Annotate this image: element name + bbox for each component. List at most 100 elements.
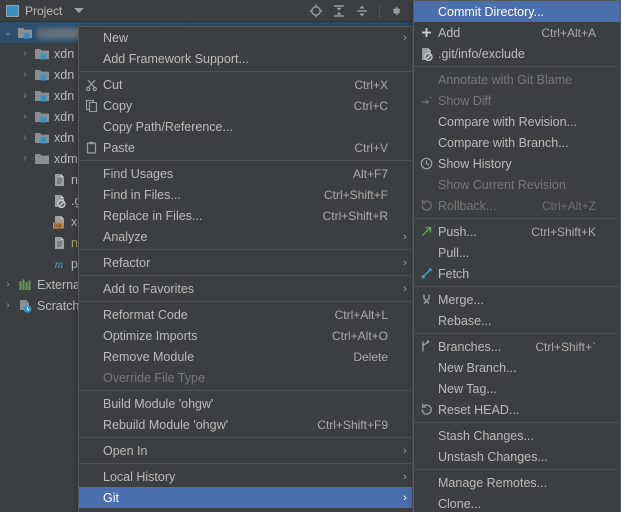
menu-separator <box>79 390 412 391</box>
menu-item-local-history[interactable]: Local History › <box>79 466 412 487</box>
project-title-group[interactable]: Project <box>0 4 85 18</box>
chevron-right-icon[interactable]: › <box>17 90 33 101</box>
chevron-right-icon[interactable]: › <box>17 69 33 80</box>
menu-item-label: Commit Directory... <box>438 4 545 19</box>
menu-item-optimize-imports[interactable]: Optimize Imports Ctrl+Alt+O <box>79 325 412 346</box>
menu-item-pull[interactable]: Pull... <box>414 242 620 263</box>
menu-item-show-history[interactable]: Show History <box>414 153 620 174</box>
svg-text:SQL: SQL <box>54 223 63 229</box>
menu-item-shortcut: Ctrl+Shift+F <box>323 187 388 202</box>
menu-item-label: Paste <box>103 140 135 155</box>
module-folder-icon <box>33 89 51 103</box>
menu-item-reset-head[interactable]: Reset HEAD... <box>414 399 620 420</box>
menu-item-stash-changes[interactable]: Stash Changes... <box>414 425 620 446</box>
menu-item-label: Build Module 'ohgw' <box>103 396 214 411</box>
ide-window: )a≈◢t1◢i◢an* 73 Project <box>0 0 621 512</box>
menu-item-new-branch[interactable]: New Branch... <box>414 357 620 378</box>
gear-icon[interactable] <box>387 1 407 21</box>
menu-item-shortcut: Delete <box>353 349 388 364</box>
menu-item-label: Manage Remotes... <box>438 475 548 490</box>
menu-item-rollback: Rollback... Ctrl+Alt+Z <box>414 195 620 216</box>
menu-item-analyze[interactable]: Analyze › <box>79 226 412 247</box>
menu-item-find-usages[interactable]: Find Usages Alt+F7 <box>79 163 412 184</box>
menu-item-replace-in-files[interactable]: Replace in Files... Ctrl+Shift+R <box>79 205 412 226</box>
menu-item-clone[interactable]: Clone... <box>414 493 620 512</box>
menu-item-merge[interactable]: Merge... <box>414 289 620 310</box>
menu-item-new[interactable]: New › <box>79 27 412 48</box>
chevron-right-icon[interactable]: › <box>0 300 16 311</box>
menu-item-add-to-favorites[interactable]: Add to Favorites › <box>79 278 412 299</box>
menu-item-find-in-files[interactable]: Find in Files... Ctrl+Shift+F <box>79 184 412 205</box>
locate-icon[interactable] <box>306 1 326 21</box>
menu-item-reformat-code[interactable]: Reformat Code Ctrl+Alt+L <box>79 304 412 325</box>
menu-separator <box>414 218 620 219</box>
menu-item-new-tag[interactable]: New Tag... <box>414 378 620 399</box>
menu-item-cut[interactable]: Cut Ctrl+X <box>79 74 412 95</box>
menu-item-label: Override File Type <box>103 370 205 385</box>
menu-item-manage-remotes[interactable]: Manage Remotes... <box>414 472 620 493</box>
menu-item-build-module-ohgw[interactable]: Build Module 'ohgw' <box>79 393 412 414</box>
fetch-icon <box>414 267 438 280</box>
menu-item-copy[interactable]: Copy Ctrl+C <box>79 95 412 116</box>
menu-item-git[interactable]: Git › <box>79 487 412 508</box>
chevron-down-icon[interactable]: ⌄ <box>0 27 16 38</box>
menu-item-paste[interactable]: Paste Ctrl+V <box>79 137 412 158</box>
libraries-icon <box>16 278 34 292</box>
menu-item-reload-from-disk[interactable]: Reload from Disk <box>79 508 412 512</box>
menu-item-shortcut: Ctrl+X <box>354 77 388 92</box>
branch-icon <box>414 340 438 353</box>
menu-item-git-info-exclude[interactable]: .git/info/exclude <box>414 43 620 64</box>
menu-item-refactor[interactable]: Refactor › <box>79 252 412 273</box>
chevron-right-icon: › <box>403 230 407 243</box>
menu-item-shortcut: Ctrl+Alt+O <box>331 328 388 343</box>
chevron-right-icon[interactable]: › <box>0 279 16 290</box>
chevron-right-icon[interactable]: › <box>17 132 33 143</box>
chevron-down-icon[interactable] <box>74 8 85 13</box>
menu-item-label: New Branch... <box>438 360 517 375</box>
tree-row-label: Scratch <box>37 298 80 313</box>
file-text-icon <box>50 173 68 187</box>
rollback-icon <box>414 199 438 212</box>
menu-item-push[interactable]: Push... Ctrl+Shift+K <box>414 221 620 242</box>
menu-item-label: Show History <box>438 156 512 171</box>
chevron-right-icon[interactable]: › <box>17 153 33 164</box>
menu-item-label: Merge... <box>438 292 484 307</box>
menu-item-add[interactable]: Add Ctrl+Alt+A <box>414 22 620 43</box>
menu-item-label: Analyze <box>103 229 148 244</box>
menu-item-shortcut: Ctrl+Alt+L <box>334 307 388 322</box>
git-submenu[interactable]: Commit Directory... Add Ctrl+Alt+A .git/inf… <box>413 0 621 512</box>
sql-file-icon: SQL <box>50 215 68 229</box>
chevron-right-icon[interactable]: › <box>17 111 33 122</box>
menu-separator <box>79 463 412 464</box>
menu-item-shortcut: Ctrl+Alt+A <box>541 25 596 40</box>
menu-item-rebase[interactable]: Rebase... <box>414 310 620 331</box>
collapse-all-icon[interactable] <box>352 1 372 21</box>
menu-item-label: Reset HEAD... <box>438 402 520 417</box>
menu-item-commit-directory[interactable]: Commit Directory... <box>414 1 620 22</box>
menu-item-rebuild-module-ohgw[interactable]: Rebuild Module 'ohgw' Ctrl+Shift+F9 <box>79 414 412 435</box>
menu-separator <box>414 66 620 67</box>
toolwindow-actions <box>306 0 407 22</box>
menu-item-unstash-changes[interactable]: Unstash Changes... <box>414 446 620 467</box>
menu-item-show-diff: Show Diff <box>414 90 620 111</box>
menu-item-add-framework-support[interactable]: Add Framework Support... <box>79 48 412 69</box>
chevron-right-icon: › <box>403 470 407 483</box>
menu-item-remove-module[interactable]: Remove Module Delete <box>79 346 412 367</box>
menu-item-label: Replace in Files... <box>103 208 203 223</box>
menu-item-fetch[interactable]: Fetch <box>414 263 620 284</box>
menu-item-compare-with-branch[interactable]: Compare with Branch... <box>414 132 620 153</box>
menu-item-copy-path-reference[interactable]: Copy Path/Reference... <box>79 116 412 137</box>
expand-all-icon[interactable] <box>329 1 349 21</box>
menu-item-compare-with-revision[interactable]: Compare with Revision... <box>414 111 620 132</box>
menu-item-label: Copy Path/Reference... <box>103 119 233 134</box>
context-menu[interactable]: New › Add Framework Support... Cut Ctrl+X Cop… <box>78 26 413 512</box>
menu-item-label: Compare with Revision... <box>438 114 577 129</box>
scratches-icon <box>16 299 34 313</box>
gitignore-file-icon <box>414 47 438 61</box>
menu-item-label: Add to Favorites <box>103 281 195 296</box>
chevron-right-icon[interactable]: › <box>17 48 33 59</box>
menu-item-label: Rebuild Module 'ohgw' <box>103 417 228 432</box>
menu-item-open-in[interactable]: Open In › <box>79 440 412 461</box>
menu-item-shortcut: Ctrl+V <box>354 140 388 155</box>
menu-item-branches[interactable]: Branches... Ctrl+Shift+` <box>414 336 620 357</box>
